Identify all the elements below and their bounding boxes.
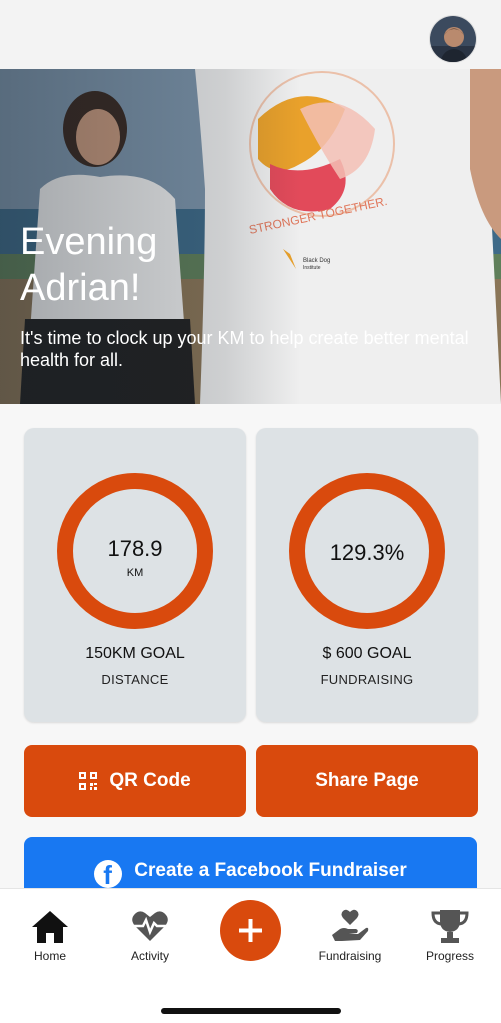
tab-home[interactable]: Home [5,907,95,963]
heartbeat-icon [132,911,168,941]
hand-heart-icon [332,909,369,941]
fundraising-goal: $ 600 GOAL [322,645,412,662]
distance-goal: 150KM GOAL [85,645,185,662]
home-screen: STRONGER TOGETHER. Black Dog Institute E… [0,0,501,1023]
facebook-icon: f [94,860,123,889]
tab-home-label: Home [33,949,66,963]
avatar-photo-icon [430,16,476,62]
hero-banner: STRONGER TOGETHER. Black Dog Institute E… [0,69,501,404]
tab-progress-label: Progress [425,949,475,963]
tab-progress[interactable]: Progress [405,907,495,963]
distance-card[interactable]: 178.9 KM 150KM GOAL DISTANCE [24,428,246,722]
share-page-label: Share Page [315,770,419,791]
qr-code-icon [79,772,98,790]
distance-category: DISTANCE [101,672,169,687]
distance-value: 178.9 [107,536,163,561]
add-activity-button[interactable] [220,900,281,961]
plus-icon [239,919,262,942]
greeting-line-2: Adrian! [20,267,141,309]
trophy-icon [431,910,469,943]
tab-activity[interactable]: Activity [105,907,195,963]
fundraising-category: FUNDRAISING [320,672,414,687]
qr-code-label: QR Code [109,770,191,791]
top-bar [0,0,501,69]
tab-activity-label: Activity [130,949,169,963]
qr-code-button[interactable]: QR Code [24,745,246,817]
tab-fundraising[interactable]: Fundraising [305,907,395,963]
greeting-line-1: Evening [20,221,158,263]
facebook-fundraiser-label: Create a Facebook Fundraiser [134,860,407,881]
avatar[interactable] [429,15,477,63]
share-page-button[interactable]: Share Page [256,745,478,817]
greeting-heading: Evening Adrian! [20,219,157,311]
greeting-subtitle: It's time to clock up your KM to help cr… [20,328,469,370]
fundraising-value: 129.3% [329,540,405,565]
distance-unit: KM [126,567,144,579]
home-indicator [161,1008,341,1014]
fundraising-card[interactable]: 129.3% $ 600 GOAL FUNDRAISING [256,428,478,722]
bottom-tab-bar: Home Activity Fundraising Progress [0,888,501,1023]
home-icon [32,911,68,943]
tab-fundraising-label: Fundraising [318,949,382,963]
